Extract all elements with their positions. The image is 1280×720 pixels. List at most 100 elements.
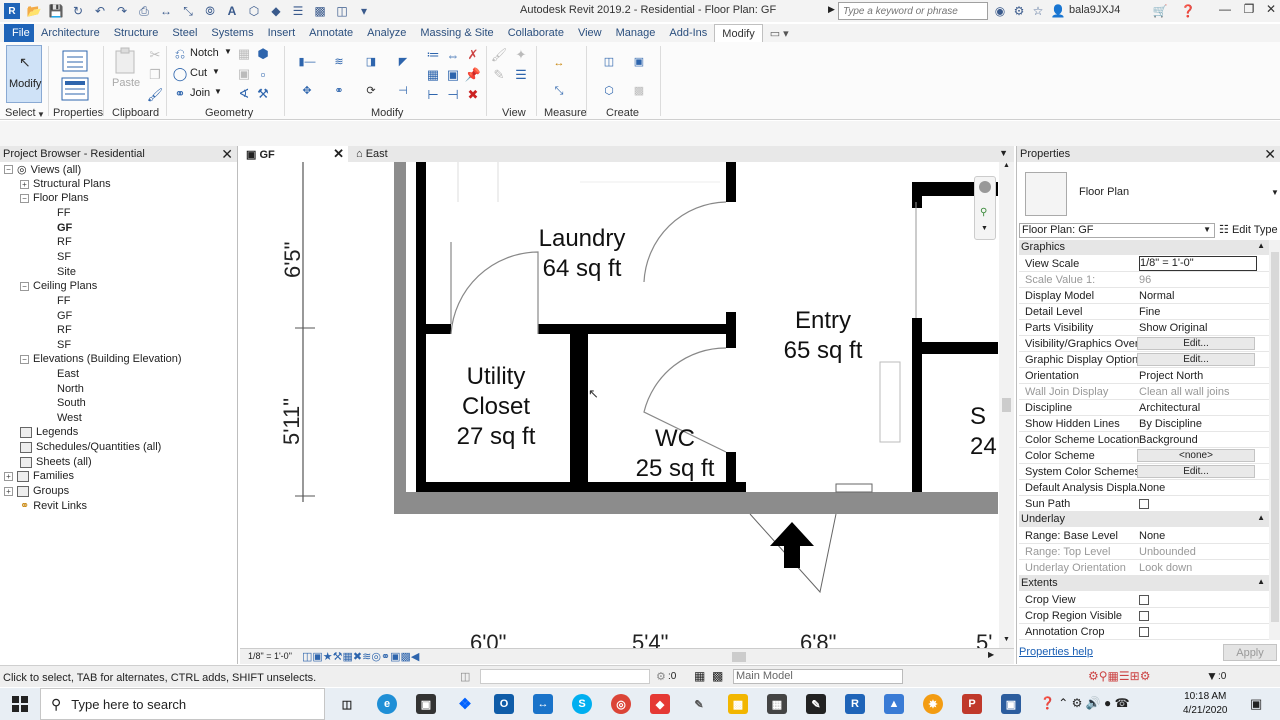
- editing-requests-icon[interactable]: ⚙: [656, 670, 666, 683]
- help-icon[interactable]: ❓: [1180, 3, 1196, 19]
- notepad-icon[interactable]: ✎: [806, 694, 826, 714]
- star-icon[interactable]: ☆: [1030, 3, 1046, 19]
- panel-geometry-label[interactable]: Geometry: [205, 107, 253, 119]
- tree-node[interactable]: − Ceiling Plans: [20, 280, 97, 292]
- collapse-icon[interactable]: −: [20, 193, 29, 203]
- dimension-label[interactable]: 6'8": [800, 630, 836, 648]
- property-value[interactable]: Architectural: [1139, 402, 1257, 414]
- minimize-icon[interactable]: —: [1212, 2, 1238, 20]
- tree-node[interactable]: Schedules/Quantities (all): [20, 441, 161, 453]
- collapse-group-icon[interactable]: ▲: [1257, 513, 1265, 522]
- scroll-right-icon[interactable]: ▶: [988, 650, 994, 659]
- trim-multiple-icon[interactable]: ⊣: [444, 86, 462, 104]
- property-row[interactable]: System Color Schemes Edit...: [1019, 464, 1269, 480]
- task-view-icon[interactable]: ◫: [337, 694, 357, 714]
- steering-wheel-icon[interactable]: [979, 181, 991, 193]
- detail-level-icon[interactable]: ◫▣★⚒▦✖≋◎⚭▣▩◀: [302, 650, 419, 663]
- expand-icon[interactable]: +: [4, 486, 13, 496]
- cut-geometry-icon[interactable]: ◯: [171, 65, 189, 83]
- tree-node[interactable]: Legends: [20, 426, 78, 438]
- room-label[interactable]: Entry 65 sq ft: [768, 306, 878, 366]
- canvas-vertical-scrollbar[interactable]: ▲ ▼: [999, 162, 1014, 648]
- color-scheme-button[interactable]: <none>: [1137, 449, 1255, 462]
- property-row[interactable]: Color Scheme <none>: [1019, 448, 1269, 464]
- property-row[interactable]: Crop View: [1019, 592, 1269, 608]
- undo-icon[interactable]: ↶: [92, 3, 108, 19]
- trim-extend-icon[interactable]: ⊣: [386, 75, 420, 105]
- property-value[interactable]: None: [1139, 530, 1257, 542]
- room-label[interactable]: WC 25 sq ft: [620, 424, 730, 484]
- mirror-axis-icon[interactable]: ◨: [354, 46, 388, 76]
- cart-icon[interactable]: 🛒: [1152, 3, 1168, 19]
- skype-icon[interactable]: S: [572, 694, 592, 714]
- notch-dropdown-icon[interactable]: ▼: [224, 47, 232, 56]
- property-row[interactable]: Default Analysis Displa... None: [1019, 480, 1269, 496]
- tree-node[interactable]: FF: [57, 207, 70, 219]
- delete-icon[interactable]: ✖: [464, 86, 482, 104]
- property-row[interactable]: Display Model Normal: [1019, 288, 1269, 304]
- annotation-crop-checkbox[interactable]: [1139, 627, 1149, 637]
- wall-joins-icon[interactable]: ▦: [235, 45, 253, 63]
- user-name[interactable]: bala9JXJ4: [1069, 4, 1120, 16]
- tab-analyze[interactable]: Analyze: [360, 24, 413, 42]
- group-header-underlay[interactable]: Underlay ▲: [1019, 512, 1269, 527]
- taskbar-clock[interactable]: 10:18 AM 4/21/2020: [1183, 690, 1228, 718]
- tab-manage[interactable]: Manage: [609, 24, 663, 42]
- tab-structure[interactable]: Structure: [107, 24, 166, 42]
- close-hidden-icon[interactable]: ▩: [312, 3, 328, 19]
- remote-desktop-icon[interactable]: ▣: [1001, 694, 1021, 714]
- properties-scrollbar[interactable]: [1269, 240, 1280, 640]
- property-row[interactable]: Crop Region Visible: [1019, 608, 1269, 624]
- drawing-canvas[interactable]: Laundry 64 sq ft Entry 65 sq ft Utility …: [240, 162, 998, 648]
- search-input[interactable]: [838, 2, 988, 20]
- measure-between-icon[interactable]: ↔: [542, 48, 576, 78]
- trim-single-icon[interactable]: ⊢: [424, 86, 442, 104]
- copy-icon[interactable]: ❐: [146, 66, 164, 84]
- start-button[interactable]: [0, 688, 40, 720]
- panel-clipboard-label[interactable]: Clipboard: [112, 107, 159, 119]
- cut-clipboard-icon[interactable]: ✂: [146, 46, 164, 64]
- tab-list-dropdown-icon[interactable]: ▼: [999, 148, 1008, 158]
- print-icon[interactable]: ⎙: [136, 3, 152, 19]
- property-row[interactable]: Visibility/Graphics Over... Edit...: [1019, 336, 1269, 352]
- collapse-group-icon[interactable]: ▲: [1257, 241, 1265, 250]
- scale-icon[interactable]: ▣: [444, 66, 462, 84]
- tree-node[interactable]: + Structural Plans: [20, 178, 111, 190]
- scroll-down-icon[interactable]: ▼: [1003, 636, 1010, 643]
- fill-pattern-icon[interactable]: ⚒: [254, 85, 272, 103]
- property-row[interactable]: Annotation Crop: [1019, 624, 1269, 640]
- property-row[interactable]: View Scale 1/8" = 1'-0": [1019, 256, 1269, 272]
- dropbox-icon[interactable]: ❖: [455, 694, 475, 714]
- room-label[interactable]: S 24: [970, 402, 998, 462]
- modify-tool-button[interactable]: ↖ Modify: [6, 45, 42, 103]
- property-value[interactable]: Normal: [1139, 290, 1257, 302]
- split-gap-icon[interactable]: ⇔: [444, 46, 462, 64]
- revit-logo-icon[interactable]: R: [4, 3, 20, 19]
- paint-icon[interactable]: ▫: [254, 65, 272, 83]
- thin-lines-icon[interactable]: ☰: [290, 3, 306, 19]
- tab-insert[interactable]: Insert: [261, 24, 303, 42]
- close-icon[interactable]: ✕: [1258, 2, 1280, 20]
- aligned-dimension-icon[interactable]: ⤡: [542, 76, 576, 106]
- outlook-icon[interactable]: O: [494, 694, 514, 714]
- design-options-icon[interactable]: ▦: [694, 669, 705, 683]
- property-row[interactable]: Show Hidden Lines By Discipline: [1019, 416, 1269, 432]
- tree-node[interactable]: − Floor Plans: [20, 192, 89, 204]
- array-icon[interactable]: ▦: [424, 66, 442, 84]
- close-tab-icon[interactable]: ✕: [333, 146, 344, 162]
- property-value[interactable]: None: [1139, 482, 1257, 494]
- align-icon[interactable]: ▮—: [290, 46, 324, 76]
- match-properties-icon[interactable]: 🖌: [146, 86, 164, 104]
- tree-node[interactable]: FF: [57, 295, 70, 307]
- edit-button[interactable]: Edit...: [1137, 465, 1255, 478]
- canvas-horizontal-scrollbar[interactable]: [492, 652, 996, 662]
- tree-node-active[interactable]: GF: [57, 222, 72, 234]
- mirror-draw-icon[interactable]: ◤: [386, 46, 420, 76]
- section-icon[interactable]: ◆: [268, 3, 284, 19]
- notification-icon[interactable]: ▣: [1250, 696, 1262, 712]
- join-dropdown-icon[interactable]: ▼: [214, 87, 222, 96]
- offset-icon[interactable]: ≋: [322, 46, 356, 76]
- close-browser-icon[interactable]: ✕: [221, 146, 233, 163]
- scroll-thumb[interactable]: [1002, 398, 1011, 412]
- tab-view-east[interactable]: ⌂ East: [350, 146, 450, 162]
